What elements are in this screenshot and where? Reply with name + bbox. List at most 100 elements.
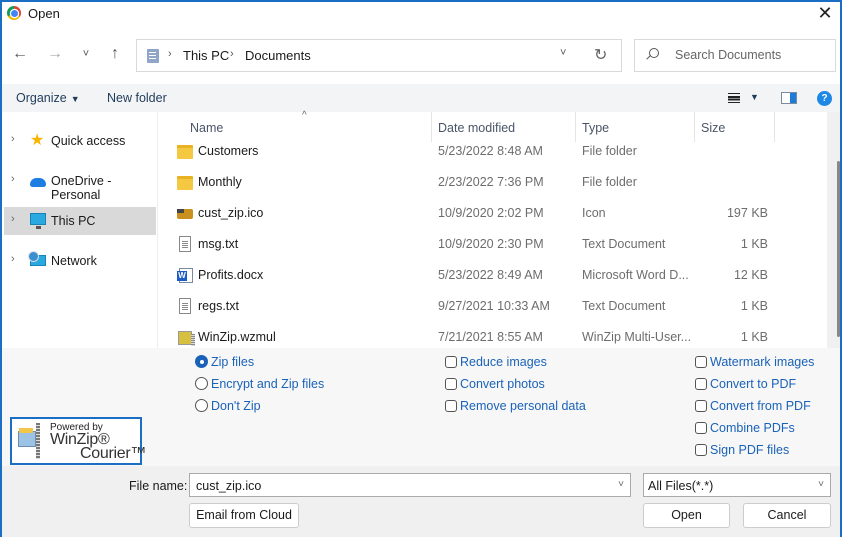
window-title: Open — [28, 6, 60, 21]
breadcrumb-documents[interactable]: Documents — [245, 48, 311, 63]
checkbox-convert-to-pdf[interactable]: Convert to PDF — [695, 377, 796, 391]
checkbox-reduce-images[interactable]: Reduce images — [445, 355, 547, 369]
file-date: 10/9/2020 2:02 PM — [438, 206, 544, 220]
radio-label: Don't Zip — [211, 399, 261, 413]
file-size: 197 KB — [726, 206, 768, 220]
checkbox-combine-pdfs[interactable]: Combine PDFs — [695, 421, 795, 435]
file-name: msg.txt — [198, 237, 239, 251]
close-button[interactable]: ✕ — [814, 3, 836, 25]
file-size: 1 KB — [740, 330, 768, 344]
checkbox-convert-from-pdf[interactable]: Convert from PDF — [695, 399, 811, 413]
checkbox-convert-photos[interactable]: Convert photos — [445, 377, 545, 391]
sidebar-item-label: OneDrive - Personal — [51, 174, 112, 202]
search-icon — [649, 48, 659, 58]
file-date: 2/23/2022 7:36 PM — [438, 175, 544, 189]
file-row[interactable]: cust_zip.ico 10/9/2020 2:02 PM Icon 197 … — [159, 199, 826, 230]
file-name: Monthly — [198, 175, 242, 189]
checkbox-watermark-images[interactable]: Watermark images — [695, 355, 814, 369]
folder-icon — [177, 145, 193, 159]
file-name-label: File name: — [129, 479, 188, 493]
file-date: 5/23/2022 8:49 AM — [438, 268, 543, 282]
checkbox-label: Watermark images — [710, 355, 815, 369]
file-date: 10/9/2020 2:30 PM — [438, 237, 544, 251]
sidebar-item-this-pc[interactable]: › This PC — [4, 207, 156, 235]
file-name: regs.txt — [198, 299, 239, 313]
sidebar-item-onedrive[interactable]: › OneDrive - Personal — [4, 167, 156, 202]
file-row[interactable]: regs.txt 9/27/2021 10:33 AM Text Documen… — [159, 292, 826, 323]
radio-icon — [195, 377, 208, 390]
search-box[interactable]: Search Documents — [634, 39, 836, 72]
radio-label: Zip files — [211, 355, 255, 369]
expand-chevron-icon[interactable]: › — [11, 133, 15, 145]
expand-chevron-icon[interactable]: › — [11, 173, 15, 185]
checkbox-icon — [695, 444, 707, 456]
search-input[interactable]: Search Documents — [675, 48, 781, 62]
chevron-down-icon[interactable]: ˅ — [818, 479, 824, 490]
view-options-caret-icon[interactable]: ▼ — [750, 92, 759, 102]
file-row[interactable]: Monthly 2/23/2022 7:36 PM File folder — [159, 168, 826, 199]
back-button[interactable]: ← — [10, 44, 30, 64]
file-type: WinZip Multi-User... — [582, 330, 692, 344]
checkbox-icon — [695, 422, 707, 434]
breadcrumb-this-pc[interactable]: This PC — [183, 48, 229, 63]
radio-label: Encrypt and Zip files — [211, 377, 325, 391]
file-type: File folder — [582, 175, 637, 189]
email-from-cloud-button[interactable]: Email from Cloud — [189, 503, 299, 528]
file-date: 7/21/2021 8:55 AM — [438, 330, 543, 344]
expand-chevron-icon[interactable]: › — [11, 253, 15, 265]
sidebar-item-network[interactable]: › Network — [4, 247, 156, 275]
checkbox-icon — [695, 356, 707, 368]
organize-button[interactable]: Organize ▼ — [16, 91, 80, 105]
radio-encrypt-zip[interactable]: Encrypt and Zip files — [195, 377, 324, 391]
checkbox-sign-pdf-files[interactable]: Sign PDF files — [695, 443, 789, 457]
open-button[interactable]: Open — [643, 503, 730, 528]
radio-zip-files[interactable]: Zip files — [195, 355, 254, 369]
refresh-icon[interactable]: ↻ — [594, 45, 607, 65]
file-name: Customers — [198, 144, 259, 158]
file-name-value[interactable]: cust_zip.ico — [196, 479, 261, 493]
view-options-icon[interactable] — [728, 93, 740, 103]
file-size: 1 KB — [740, 299, 768, 313]
file-row[interactable]: Customers 5/23/2022 8:48 AM File folder — [159, 137, 826, 168]
star-icon: ★ — [30, 132, 45, 149]
recent-locations-button[interactable]: ˅ — [76, 44, 96, 64]
address-bar[interactable]: › This PC › Documents ˅ ↻ — [136, 39, 622, 72]
checkbox-label: Remove personal data — [460, 399, 586, 413]
text-file-icon — [179, 236, 191, 252]
expand-chevron-icon[interactable]: › — [11, 213, 15, 225]
file-name: cust_zip.ico — [198, 206, 264, 220]
address-dropdown-icon[interactable]: ˅ — [560, 47, 566, 59]
forward-button[interactable]: → — [45, 44, 65, 64]
caret-down-icon: ▼ — [70, 94, 80, 104]
sidebar-item-quick-access[interactable]: › ★ Quick access — [4, 127, 156, 155]
word-document-icon — [177, 268, 193, 283]
scrollbar-thumb[interactable] — [837, 161, 840, 337]
sidebar-item-label: Network — [51, 254, 97, 268]
new-folder-button[interactable]: New folder — [107, 91, 167, 105]
chevron-down-icon[interactable]: ˅ — [618, 479, 624, 490]
cloud-icon — [30, 178, 46, 187]
up-button[interactable]: ↑ — [105, 44, 125, 64]
radio-dont-zip[interactable]: Don't Zip — [195, 399, 261, 413]
vertical-scrollbar[interactable] — [827, 112, 840, 348]
preview-pane-icon[interactable] — [781, 92, 797, 104]
file-type-filter[interactable]: All Files(*.*) ˅ — [643, 473, 831, 497]
checkbox-label: Convert to PDF — [710, 377, 797, 391]
file-type-filter-value: All Files(*.*) — [648, 479, 714, 493]
cancel-button[interactable]: Cancel — [743, 503, 831, 528]
file-date: 5/23/2022 8:48 AM — [438, 144, 543, 158]
checkbox-icon — [695, 400, 707, 412]
file-name-input[interactable]: cust_zip.ico ˅ — [189, 473, 631, 497]
file-date: 9/27/2021 10:33 AM — [438, 299, 550, 313]
checkbox-label: Convert from PDF — [710, 399, 811, 413]
checkbox-remove-personal-data[interactable]: Remove personal data — [445, 399, 586, 413]
file-row[interactable]: msg.txt 10/9/2020 2:30 PM Text Document … — [159, 230, 826, 261]
file-row[interactable]: Profits.docx 5/23/2022 8:49 AM Microsoft… — [159, 261, 826, 292]
file-type: Text Document — [582, 237, 666, 251]
file-name: WinZip.wzmul — [198, 330, 276, 344]
checkbox-icon — [445, 378, 457, 390]
logo-product: Courier™ — [80, 445, 147, 462]
help-icon[interactable]: ? — [817, 91, 832, 106]
file-size: 1 KB — [740, 237, 768, 251]
navigation-bar: ← → ˅ ↑ › This PC › Documents ˅ ↻ Search… — [2, 28, 840, 84]
